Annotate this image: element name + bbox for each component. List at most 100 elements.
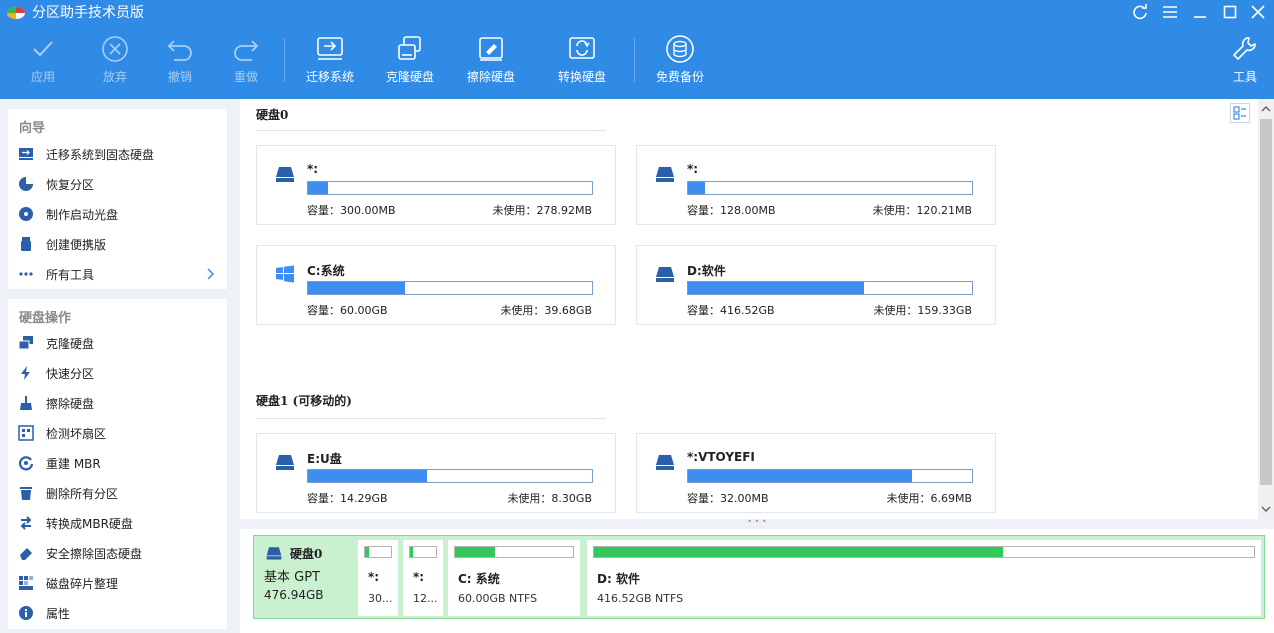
apply-button[interactable]: 应用 xyxy=(4,30,82,92)
sidebar-item-quick-partition[interactable]: 快速分区 xyxy=(18,361,223,385)
segment-bar xyxy=(593,546,1255,558)
toolbar-separator xyxy=(284,38,285,82)
partition-card[interactable]: *: 容量：300.00MB 未使用：278.92MB xyxy=(256,145,616,225)
sidebar-item-clone-disk[interactable]: 克隆硬盘 xyxy=(18,331,223,355)
partition-card[interactable]: E:U盘 容量：14.29GB 未使用：8.30GB xyxy=(256,433,616,513)
info-icon xyxy=(18,605,34,621)
scroll-down-icon xyxy=(1261,506,1271,512)
vertical-scrollbar[interactable] xyxy=(1258,99,1274,519)
migrate-os-icon xyxy=(317,37,343,60)
menu-icon xyxy=(1163,6,1177,18)
list-view-icon xyxy=(1233,106,1246,120)
usage-fill xyxy=(308,182,328,194)
disk-info: 硬盘0 基本 GPT 476.94GB xyxy=(264,544,356,603)
redo-icon xyxy=(234,40,259,61)
usage-fill xyxy=(308,282,405,294)
drive-icon xyxy=(276,455,294,470)
disc-icon xyxy=(18,206,34,222)
maximize-button[interactable] xyxy=(1218,2,1242,22)
wrench-icon xyxy=(1233,37,1256,60)
sidebar-item-wipe-disk[interactable]: 擦除硬盘 xyxy=(18,391,223,415)
trash-icon xyxy=(18,485,34,501)
more-icon xyxy=(18,266,34,282)
convert-disk-button[interactable]: 转换硬盘 xyxy=(543,30,621,92)
free-backup-button[interactable]: 免费备份 xyxy=(641,30,719,92)
partition-card[interactable]: D:软件 容量：416.52GB 未使用：159.33GB xyxy=(636,245,996,325)
check-icon xyxy=(33,41,53,57)
migrate-os-button[interactable]: 迁移系统 xyxy=(291,30,369,92)
usage-fill xyxy=(688,282,865,294)
eraser-icon xyxy=(18,545,34,561)
app-title: 分区助手技术员版 xyxy=(32,5,144,21)
disk-map-segment[interactable]: *: 12... xyxy=(403,540,443,616)
drive-icon xyxy=(276,167,294,182)
scroll-thumb[interactable] xyxy=(1260,119,1272,485)
segment-bar xyxy=(409,546,437,558)
backup-icon xyxy=(666,35,694,63)
disk-map-row[interactable]: 硬盘0 基本 GPT 476.94GB *: 30... *: 12... C:… xyxy=(253,535,1265,619)
sidebar-item-recover-partition[interactable]: 恢复分区 xyxy=(18,172,223,196)
close-button[interactable] xyxy=(1246,2,1270,22)
partition-card[interactable]: *:VTOYEFI 容量：32.00MB 未使用：6.69MB xyxy=(636,433,996,513)
sidebar-item-defrag[interactable]: 磁盘碎片整理 xyxy=(18,571,223,595)
disk-map-segment[interactable]: D: 软件 416.52GB NTFS xyxy=(587,540,1261,616)
toolbar-separator xyxy=(634,38,635,82)
migrate-os-icon xyxy=(18,146,34,162)
clone-disk-button[interactable]: 克隆硬盘 xyxy=(371,30,449,92)
sidebar-item-secure-erase[interactable]: 安全擦除固态硬盘 xyxy=(18,541,223,565)
disk1-heading: 硬盘1 (可移动的) xyxy=(256,394,352,408)
usage-bar xyxy=(307,281,593,295)
sidebar-item-all-tools[interactable]: 所有工具 xyxy=(18,262,223,286)
windows-icon xyxy=(276,265,294,283)
divider xyxy=(256,130,606,131)
drive-icon xyxy=(656,167,674,182)
chevron-right-icon xyxy=(207,268,215,280)
segment-bar xyxy=(454,546,574,558)
minimize-icon xyxy=(1194,16,1206,18)
pane-splitter[interactable]: • • • xyxy=(240,518,1274,529)
sidebar-item-boot-disc[interactable]: 制作启动光盘 xyxy=(18,202,223,226)
usage-fill xyxy=(308,470,428,482)
partition-card[interactable]: *: 容量：128.00MB 未使用：120.21MB xyxy=(636,145,996,225)
refresh-button[interactable] xyxy=(1128,2,1152,22)
disk-ops-title: 硬盘操作 xyxy=(19,311,72,326)
divider xyxy=(256,418,606,419)
usage-fill xyxy=(688,182,706,194)
refresh-icon xyxy=(1133,4,1147,20)
sidebar-item-portable[interactable]: 创建便携版 xyxy=(18,232,223,256)
disk-map: 硬盘0 基本 GPT 476.94GB *: 30... *: 12... C:… xyxy=(240,529,1274,633)
segment-fill xyxy=(365,547,369,557)
sidebar-item-bad-sector[interactable]: 检测坏扇区 xyxy=(18,421,223,445)
disk-ops-panel: 硬盘操作 克隆硬盘 快速分区 擦除硬盘 检测坏扇区 重建 MBR 删除所有分区 … xyxy=(8,299,227,629)
toolbar: 应用 放弃 撤销 重做 迁移系统 克隆硬盘 擦除硬盘 转换硬盘 免费备份 工具 xyxy=(0,30,1274,96)
disk-map-segment[interactable]: C: 系统 60.00GB NTFS xyxy=(448,540,580,616)
lightning-icon xyxy=(18,365,34,381)
menu-button[interactable] xyxy=(1158,2,1182,22)
partition-card[interactable]: C:系统 容量：60.00GB 未使用：39.68GB xyxy=(256,245,616,325)
top-bar: 分区助手技术员版 应用 放弃 撤销 重做 迁移系统 克隆硬盘 擦除硬盘 转换硬盘… xyxy=(0,0,1274,99)
title-bar: 分区助手技术员版 xyxy=(0,0,1274,24)
disk-map-segment[interactable]: *: 30... xyxy=(358,540,398,616)
sidebar-item-delete-all[interactable]: 删除所有分区 xyxy=(18,481,223,505)
usage-bar xyxy=(687,469,973,483)
view-toggle-button[interactable] xyxy=(1230,103,1250,123)
usage-bar xyxy=(687,281,973,295)
discard-icon xyxy=(102,36,128,62)
pie-chart-icon xyxy=(18,176,34,192)
usage-bar xyxy=(687,181,973,195)
usage-bar xyxy=(307,469,593,483)
minimize-button[interactable] xyxy=(1188,2,1212,22)
sidebar-item-properties[interactable]: 属性 xyxy=(18,601,223,625)
redo-button[interactable]: 重做 xyxy=(207,30,285,92)
wipe-disk-button[interactable]: 擦除硬盘 xyxy=(452,30,530,92)
sidebar: 向导 迁移系统到固态硬盘 恢复分区 制作启动光盘 创建便携版 所有工具 硬盘操作… xyxy=(0,99,235,633)
sidebar-item-rebuild-mbr[interactable]: 重建 MBR xyxy=(18,451,223,475)
segment-fill xyxy=(455,547,496,557)
tools-button[interactable]: 工具 xyxy=(1206,30,1274,92)
wizard-panel: 向导 迁移系统到固态硬盘 恢复分区 制作启动光盘 创建便携版 所有工具 xyxy=(8,109,227,289)
rebuild-icon xyxy=(18,455,34,471)
segment-fill xyxy=(594,547,1004,557)
clone-disk-icon xyxy=(398,36,421,60)
sidebar-item-migrate-ssd[interactable]: 迁移系统到固态硬盘 xyxy=(18,142,223,166)
sidebar-item-convert-mbr[interactable]: 转换成MBR硬盘 xyxy=(18,511,223,535)
